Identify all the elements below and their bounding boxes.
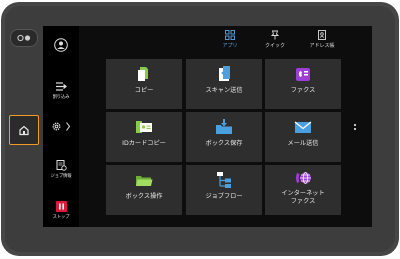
tab-apps[interactable]: アプリ bbox=[211, 30, 249, 49]
interrupt-icon bbox=[56, 82, 67, 91]
tab-bar: アプリ クイック アドレス帳 bbox=[211, 30, 341, 54]
page-dot bbox=[354, 128, 356, 130]
interrupt-label: 割り込み bbox=[52, 95, 70, 100]
mail-send-icon bbox=[294, 121, 312, 133]
app-tile-box-operation[interactable]: ボックス操作 bbox=[106, 165, 182, 215]
user-account-button[interactable] bbox=[43, 38, 79, 52]
app-tile-scan-send[interactable]: スキャン送信 bbox=[186, 59, 262, 109]
app-label-line2: ファクス bbox=[290, 198, 316, 205]
app-tile-job-flow[interactable]: ジョブフロー bbox=[186, 165, 262, 215]
app-grid: コピー スキャン送信 ファクス IDカードコピー ボックス保存 メール送信 ボッ… bbox=[106, 59, 341, 215]
tab-address-book[interactable]: アドレス帳 bbox=[303, 30, 341, 49]
stop-button[interactable]: ストップ bbox=[43, 201, 79, 220]
power-toggle-button[interactable] bbox=[10, 29, 38, 47]
app-label: インターネット bbox=[281, 190, 325, 197]
stop-label: ストップ bbox=[52, 215, 70, 220]
app-tile-id-card-copy[interactable]: IDカードコピー bbox=[106, 112, 182, 162]
home-icon bbox=[19, 125, 29, 136]
job-flow-icon bbox=[217, 172, 231, 188]
tab-address-book-label: アドレス帳 bbox=[309, 43, 335, 49]
tab-quick-label: クイック bbox=[264, 43, 285, 49]
app-label: ボックス保存 bbox=[205, 140, 243, 147]
settings-button[interactable] bbox=[51, 121, 77, 132]
home-button[interactable] bbox=[9, 115, 39, 145]
scan-send-icon bbox=[219, 66, 230, 81]
page-indicator bbox=[352, 124, 358, 132]
page-dot bbox=[354, 124, 356, 126]
app-tile-copy[interactable]: コピー bbox=[106, 59, 182, 109]
stop-icon bbox=[55, 201, 67, 212]
box-save-icon bbox=[216, 119, 232, 134]
app-tile-mail-send[interactable]: メール送信 bbox=[265, 112, 341, 162]
app-label: ボックス操作 bbox=[125, 193, 163, 200]
interrupt-button[interactable]: 割り込み bbox=[43, 81, 79, 100]
app-label: ファクス bbox=[290, 87, 316, 94]
fax-icon bbox=[296, 68, 310, 81]
pin-icon bbox=[270, 30, 280, 40]
address-book-icon bbox=[318, 30, 326, 40]
tab-quick[interactable]: クイック bbox=[256, 30, 294, 49]
job-status-button[interactable]: ジョブ情報 bbox=[43, 159, 79, 179]
box-operation-icon bbox=[136, 176, 153, 186]
id-card-copy-icon bbox=[136, 121, 152, 133]
app-label: スキャン送信 bbox=[205, 87, 243, 94]
apps-grid-icon bbox=[225, 30, 235, 40]
gear-icon bbox=[52, 122, 61, 131]
app-label: ジョブフロー bbox=[205, 193, 243, 200]
tab-apps-label: アプリ bbox=[222, 43, 238, 49]
copy-icon bbox=[138, 67, 148, 81]
job-status-label: ジョブ情報 bbox=[50, 174, 72, 179]
app-tile-internet-fax[interactable]: インターネット ファクス bbox=[265, 165, 341, 215]
user-icon bbox=[54, 38, 68, 52]
internet-fax-icon bbox=[296, 172, 311, 184]
sidebar: 割り込み ジョブ情報 ストップ bbox=[43, 26, 79, 227]
app-label: IDカードコピー bbox=[122, 140, 166, 147]
chevron-right-icon bbox=[66, 122, 71, 131]
app-tile-box-save[interactable]: ボックス保存 bbox=[186, 112, 262, 162]
app-label: メール送信 bbox=[287, 140, 319, 147]
job-status-icon bbox=[56, 160, 67, 171]
app-tile-fax[interactable]: ファクス bbox=[265, 59, 341, 109]
touch-screen: 割り込み ジョブ情報 ストップ アプリ クイック アドレス帳 コピー スキャン送… bbox=[43, 26, 372, 227]
app-label: コピー bbox=[134, 87, 154, 94]
toggle-icon bbox=[17, 34, 31, 42]
